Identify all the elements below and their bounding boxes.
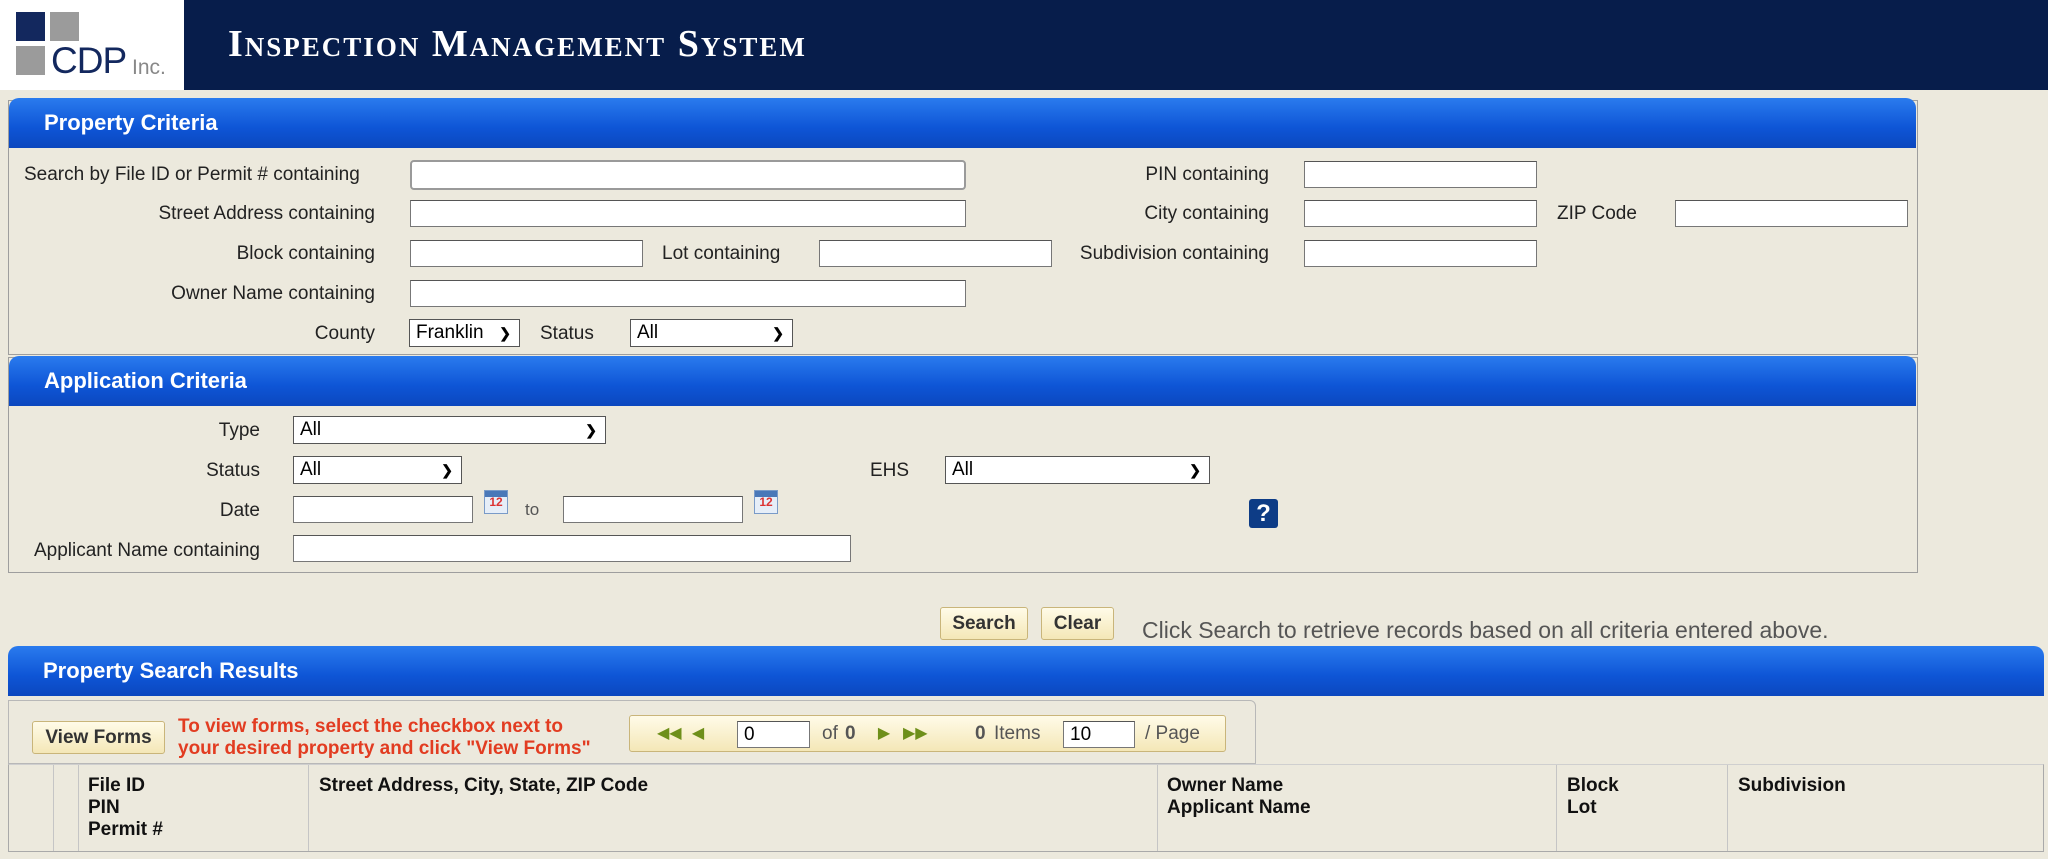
applicant-name-input[interactable] (293, 535, 851, 562)
column-header-subdivision[interactable]: Subdivision (1738, 775, 1846, 797)
date-from-input[interactable] (293, 496, 473, 523)
ehs-select[interactable]: All ❯ (945, 456, 1210, 484)
column-header-line: Applicant Name (1167, 797, 1311, 818)
table-column-divider (1157, 765, 1158, 851)
date-to-input[interactable] (563, 496, 743, 523)
subdivision-label: Subdivision containing (1079, 243, 1269, 264)
page-of-label: of (822, 723, 838, 744)
column-header-line: PIN (88, 797, 120, 818)
per-page-label: / Page (1145, 723, 1200, 744)
type-select[interactable]: All ❯ (293, 416, 606, 444)
total-pages: 0 (845, 723, 856, 744)
column-header-line: Subdivision (1738, 775, 1846, 796)
table-column-divider (308, 765, 309, 851)
block-label: Block containing (236, 243, 375, 264)
type-label: Type (218, 420, 260, 441)
company-logo: CDP Inc. (0, 0, 184, 90)
application-status-label: Status (206, 460, 260, 481)
view-forms-instructions: To view forms, select the checkbox next … (178, 716, 591, 760)
items-label: Items (994, 723, 1041, 744)
last-page-icon[interactable]: ▶▶ (903, 722, 928, 746)
street-address-input[interactable] (410, 200, 966, 227)
zip-input[interactable] (1675, 200, 1908, 227)
property-status-select[interactable]: All ❯ (630, 319, 793, 347)
column-header-line: Lot (1567, 797, 1597, 818)
chevron-down-icon: ❯ (499, 325, 511, 341)
city-input[interactable] (1304, 200, 1537, 227)
street-address-label: Street Address containing (158, 203, 375, 224)
county-label: County (314, 323, 375, 344)
logo-square-gray (50, 12, 79, 41)
pin-input[interactable] (1304, 161, 1537, 188)
subdivision-input[interactable] (1304, 240, 1537, 267)
county-select-value: Franklin (416, 322, 484, 343)
city-label: City containing (1144, 203, 1269, 224)
property-status-select-value: All (637, 322, 659, 343)
chevron-down-icon: ❯ (772, 325, 784, 341)
file-id-label: Search by File ID or Permit # containing (24, 164, 360, 185)
block-input[interactable] (410, 240, 643, 267)
next-page-icon[interactable]: ▶ (872, 722, 896, 746)
column-header-line: Block (1567, 775, 1619, 796)
search-button[interactable]: Search (940, 607, 1028, 640)
clear-button[interactable]: Clear (1041, 607, 1114, 640)
column-header-line: Street Address, City, State, ZIP Code (319, 775, 649, 796)
items-count: 0 (975, 723, 986, 744)
logo-square-gray-2 (16, 46, 45, 75)
help-icon[interactable]: ? (1249, 499, 1278, 528)
column-header-file-id[interactable]: File ID PIN Permit # (88, 775, 163, 841)
lot-label: Lot containing (662, 243, 781, 264)
table-column-divider (78, 765, 79, 851)
type-select-value: All (300, 419, 322, 440)
table-column-divider (1727, 765, 1728, 851)
owner-name-label: Owner Name containing (171, 283, 375, 304)
view-forms-instructions-line-2: your desired property and click "View Fo… (178, 738, 591, 759)
date-label: Date (219, 500, 260, 521)
application-criteria-header: Application Criteria (9, 356, 1916, 406)
date-to-label: to (525, 500, 540, 519)
property-status-label: Status (540, 323, 594, 344)
app-title: Inspection Management System (228, 23, 807, 65)
chevron-down-icon: ❯ (441, 462, 453, 478)
column-header-address[interactable]: Street Address, City, State, ZIP Code (319, 775, 648, 797)
lot-input[interactable] (819, 240, 1052, 267)
column-header-line: Permit # (88, 819, 163, 840)
column-header-line: File ID (88, 775, 146, 796)
search-hint-text: Click Search to retrieve records based o… (1142, 617, 1829, 643)
application-status-select[interactable]: All ❯ (293, 456, 462, 484)
chevron-down-icon: ❯ (585, 422, 597, 438)
table-column-divider (53, 765, 54, 851)
table-column-divider (1556, 765, 1557, 851)
property-criteria-header: Property Criteria (9, 98, 1916, 148)
owner-name-input[interactable] (410, 280, 966, 307)
logo-text: CDP (51, 40, 127, 81)
calendar-icon[interactable]: 12 (754, 490, 778, 514)
results-table: File ID PIN Permit # Street Address, Cit… (8, 764, 2044, 852)
logo-suffix: Inc. (132, 56, 166, 79)
previous-page-icon[interactable]: ◀ (686, 722, 710, 746)
view-forms-button[interactable]: View Forms (32, 721, 165, 754)
column-header-line: Owner Name (1167, 775, 1284, 796)
column-header-block-lot[interactable]: Block Lot (1567, 775, 1619, 819)
zip-label: ZIP Code (1557, 203, 1637, 224)
first-page-icon[interactable]: ◀◀ (657, 722, 682, 746)
county-select[interactable]: Franklin ❯ (409, 319, 520, 347)
page-size-input[interactable]: 10 (1063, 721, 1135, 748)
property-search-results-header: Property Search Results (8, 646, 2044, 696)
page-number-input[interactable]: 0 (737, 721, 810, 748)
applicant-name-label: Applicant Name containing (33, 540, 260, 561)
chevron-down-icon: ❯ (1189, 462, 1201, 478)
file-id-input[interactable] (410, 160, 966, 190)
pin-label: PIN containing (1145, 164, 1269, 185)
calendar-icon[interactable]: 12 (484, 490, 508, 514)
application-status-select-value: All (300, 459, 322, 480)
view-forms-instructions-line-1: To view forms, select the checkbox next … (178, 716, 564, 737)
column-header-owner[interactable]: Owner Name Applicant Name (1167, 775, 1311, 819)
pagination-bar: ◀◀ ◀ 0 of 0 ▶ ▶▶ 0 Items 10 / Page (629, 715, 1226, 752)
ehs-label: EHS (870, 460, 910, 481)
ehs-select-value: All (952, 459, 974, 480)
logo-square-dark (16, 12, 45, 41)
